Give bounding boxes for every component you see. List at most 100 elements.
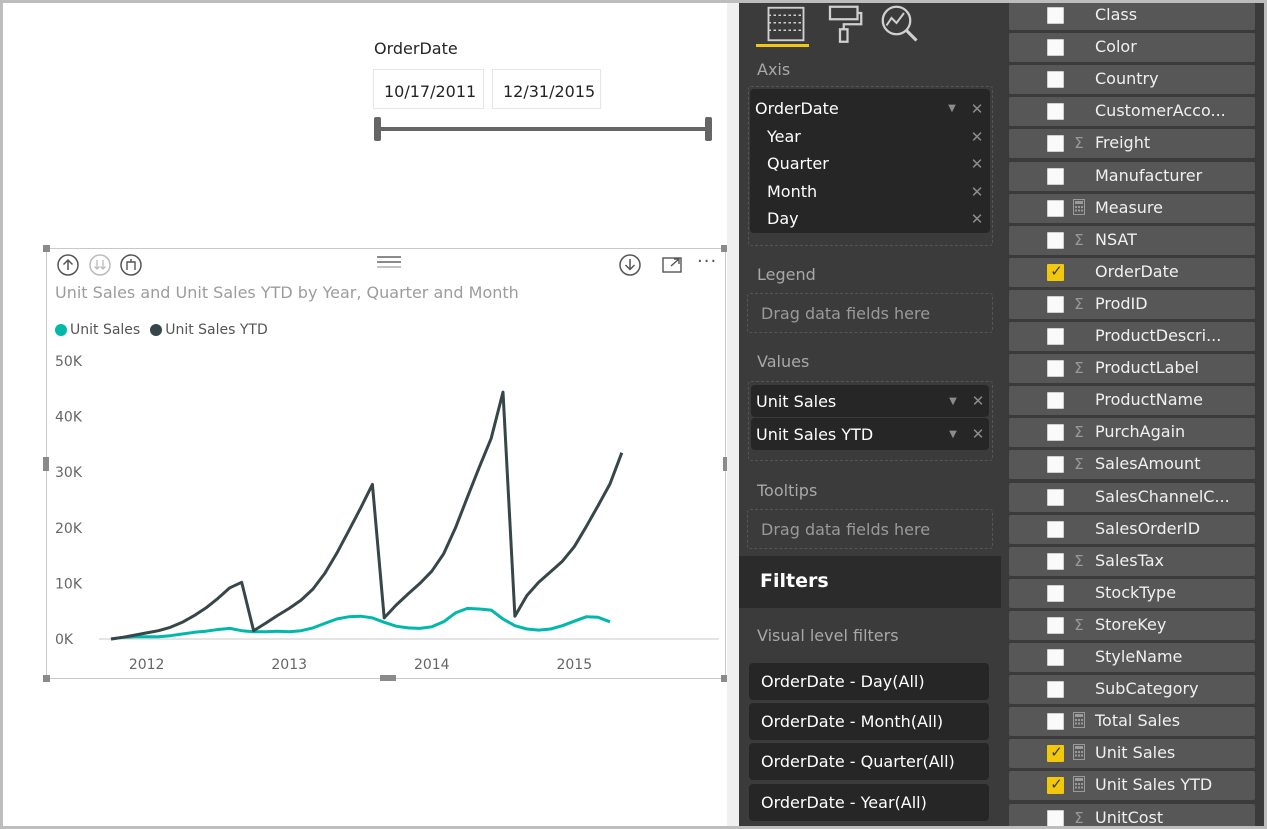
close-icon[interactable]: ✕ (970, 157, 984, 172)
slicer-start-handle[interactable] (374, 117, 381, 141)
checkbox[interactable] (1047, 809, 1064, 826)
legend-item-unit-sales-ytd[interactable]: Unit Sales YTD (150, 322, 268, 338)
fields-well-icon[interactable] (766, 4, 806, 44)
field-row[interactable]: Σ PurchAgain (1009, 418, 1255, 448)
checkbox[interactable] (1047, 456, 1064, 474)
close-icon[interactable]: ✕ (971, 427, 985, 442)
more-options-icon[interactable]: ··· (697, 251, 719, 273)
checkbox-checked[interactable]: ✓ (1047, 262, 1064, 281)
checkbox[interactable] (1047, 649, 1064, 666)
focus-mode-icon[interactable] (661, 254, 683, 276)
field-row[interactable]: ✓ Unit Sales YTD (1009, 771, 1255, 801)
axis-well[interactable]: OrderDate ▼ ✕ Year ✕ Quarter ✕ Month ✕ D… (750, 89, 990, 233)
legend-drop-zone[interactable]: Drag data fields here (747, 293, 993, 333)
field-row[interactable]: ProductName (1009, 386, 1255, 416)
checkbox[interactable] (1047, 360, 1064, 378)
axis-field-day[interactable]: Day ✕ (750, 207, 990, 233)
values-field-unit-sales[interactable]: Unit Sales ▼ ✕ (751, 385, 989, 417)
field-row[interactable]: Σ ProdID (1009, 289, 1255, 319)
filter-orderdate-quarter[interactable]: OrderDate - Quarter(All) (749, 743, 989, 780)
field-row[interactable]: StyleName (1009, 643, 1255, 672)
sigma-icon: Σ (1074, 359, 1084, 378)
paint-roller-icon[interactable] (825, 3, 865, 43)
checkbox[interactable] (1047, 681, 1064, 699)
slicer-end-date-input[interactable]: 12/31/2015 (492, 69, 601, 109)
checkbox[interactable] (1047, 103, 1064, 121)
field-row[interactable]: Σ UnitCost (1009, 803, 1255, 826)
drill-mode-icon[interactable] (619, 254, 641, 276)
checkbox[interactable] (1047, 520, 1064, 538)
checkbox-checked[interactable]: ✓ (1047, 775, 1064, 795)
line-chart-visual[interactable]: ··· Unit Sales and Unit Sales YTD by Yea… (43, 245, 729, 682)
checkbox[interactable] (1047, 616, 1064, 634)
drill-up-icon[interactable] (57, 254, 79, 276)
checkbox[interactable] (1047, 7, 1064, 24)
checkbox-checked[interactable]: ✓ (1047, 743, 1064, 763)
close-icon[interactable]: ✕ (970, 130, 984, 145)
close-icon[interactable]: ✕ (970, 102, 984, 117)
axis-field-month[interactable]: Month ✕ (750, 180, 990, 206)
checkbox[interactable] (1047, 713, 1064, 731)
field-row[interactable]: Σ SalesTax (1009, 546, 1255, 576)
close-icon[interactable]: ✕ (970, 212, 984, 227)
field-row[interactable]: CustomerAcco... (1009, 97, 1255, 127)
close-icon[interactable]: ✕ (970, 185, 984, 200)
analytics-icon[interactable] (879, 3, 919, 43)
drag-grip-icon[interactable] (377, 254, 401, 268)
chevron-down-icon[interactable]: ▼ (947, 396, 959, 408)
field-row[interactable]: Σ Freight (1009, 129, 1255, 159)
field-row[interactable]: Σ ProductLabel (1009, 354, 1255, 384)
checkbox[interactable] (1047, 392, 1064, 410)
y-tick-label: 10K (55, 576, 83, 592)
field-row[interactable]: Measure (1009, 193, 1255, 223)
chevron-down-icon[interactable]: ▼ (946, 103, 958, 115)
field-row[interactable]: ✓ Unit Sales (1009, 739, 1255, 769)
checkbox[interactable] (1047, 584, 1064, 602)
values-field-unit-sales-ytd[interactable]: Unit Sales YTD ▼ ✕ (751, 418, 989, 450)
expand-next-level-icon[interactable] (120, 254, 142, 276)
drill-down-all-icon[interactable] (89, 254, 111, 276)
field-row[interactable]: ProductDescri... (1009, 322, 1255, 351)
axis-field-orderdate[interactable]: OrderDate ▼ ✕ (750, 97, 990, 123)
checkbox[interactable] (1047, 488, 1064, 506)
tooltips-drop-zone[interactable]: Drag data fields here (747, 509, 993, 549)
field-row[interactable]: SalesOrderID (1009, 514, 1255, 544)
field-row[interactable]: Manufacturer (1009, 161, 1255, 191)
field-row[interactable]: ✓ OrderDate (1009, 257, 1255, 287)
checkbox[interactable] (1047, 135, 1064, 153)
chevron-down-icon[interactable]: ▼ (947, 429, 959, 441)
field-row[interactable]: SubCategory (1009, 675, 1255, 705)
legend-item-unit-sales[interactable]: Unit Sales (55, 322, 140, 338)
axis-field-year[interactable]: Year ✕ (750, 125, 990, 151)
field-row[interactable]: Class (1009, 3, 1255, 30)
slicer-start-date-input[interactable]: 10/17/2011 (373, 69, 484, 109)
series-line-unit-sales-ytd[interactable] (110, 390, 624, 641)
field-row[interactable]: Σ StoreKey (1009, 610, 1255, 640)
series-line-unit-sales[interactable] (110, 606, 611, 641)
field-row[interactable]: SalesChannelC... (1009, 482, 1255, 512)
checkbox[interactable] (1047, 167, 1064, 185)
field-row[interactable]: StockType (1009, 578, 1255, 608)
field-row[interactable]: Color (1009, 33, 1255, 63)
field-row[interactable]: Total Sales (1009, 707, 1255, 737)
axis-field-quarter[interactable]: Quarter ✕ (750, 152, 990, 178)
slicer-end-handle[interactable] (705, 117, 712, 141)
checkbox[interactable] (1047, 328, 1064, 345)
checkbox[interactable] (1047, 39, 1064, 57)
filter-orderdate-year[interactable]: OrderDate - Year(All) (749, 784, 989, 821)
filter-orderdate-month[interactable]: OrderDate - Month(All) (749, 703, 989, 740)
checkbox[interactable] (1047, 552, 1064, 570)
field-name: Country (1095, 69, 1159, 89)
slicer-range-track[interactable] (377, 127, 711, 131)
checkbox[interactable] (1047, 231, 1064, 249)
field-row[interactable]: Σ SalesAmount (1009, 450, 1255, 480)
field-row[interactable]: Σ NSAT (1009, 225, 1255, 255)
checkbox[interactable] (1047, 199, 1064, 217)
checkbox[interactable] (1047, 295, 1064, 313)
filter-orderdate-day[interactable]: OrderDate - Day(All) (749, 663, 989, 700)
line-chart-plot[interactable]: 50K 40K 30K 20K 10K 0K 2012 2013 2014 2015 (47, 349, 725, 679)
checkbox[interactable] (1047, 424, 1064, 442)
field-row[interactable]: Country (1009, 65, 1255, 95)
checkbox[interactable] (1047, 71, 1064, 89)
close-icon[interactable]: ✕ (971, 394, 985, 409)
